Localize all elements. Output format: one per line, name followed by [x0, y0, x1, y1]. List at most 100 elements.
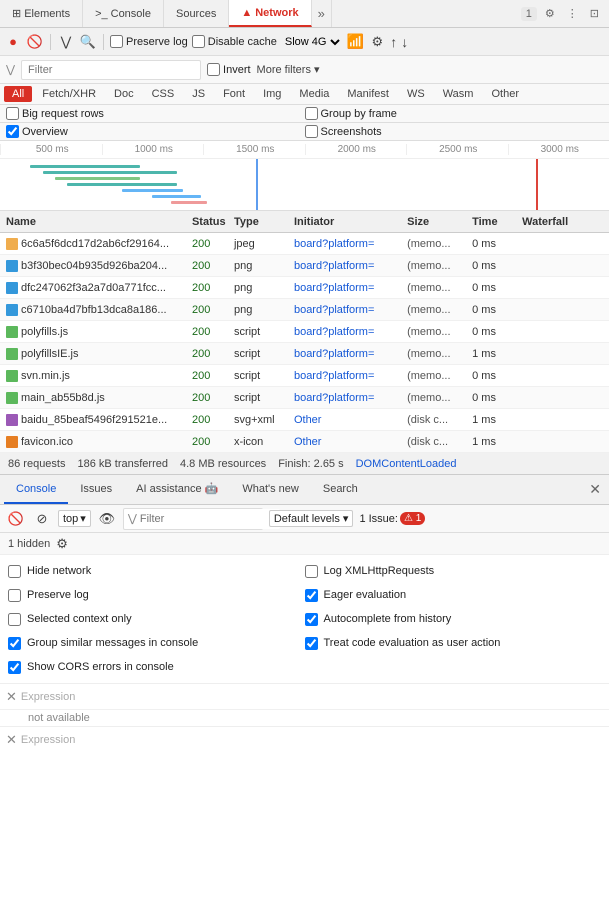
- td-size: (memo...: [403, 326, 468, 338]
- filter-input[interactable]: [21, 60, 201, 80]
- console-clear-button[interactable]: 🚫: [6, 509, 26, 529]
- table-row[interactable]: dfc247062f3a2a7d0a771fcc... 200 png boar…: [0, 277, 609, 299]
- expression-input-1[interactable]: [21, 691, 603, 703]
- clear-button[interactable]: 🚫: [26, 33, 44, 51]
- hidden-settings-icon[interactable]: ⚙: [56, 536, 68, 552]
- table-header: Name Status Type Initiator Size Time Wat…: [0, 211, 609, 233]
- expression-clear-2[interactable]: ✕: [6, 732, 17, 748]
- issue-label: 1 Issue:: [359, 513, 398, 525]
- bottom-tab-issues[interactable]: Issues: [68, 475, 124, 504]
- td-initiator: board?platform=: [290, 304, 403, 316]
- settings-icon[interactable]: ⚙: [541, 5, 559, 22]
- type-filter-all[interactable]: All: [4, 86, 32, 102]
- bottom-tab-ai-assistance---[interactable]: AI assistance 🤖: [124, 475, 230, 504]
- type-filter-fetch/xhr[interactable]: Fetch/XHR: [34, 86, 104, 102]
- type-filter-doc[interactable]: Doc: [106, 86, 142, 102]
- td-initiator: Other: [290, 436, 403, 448]
- hidden-count-label: 1 hidden: [8, 538, 50, 550]
- console-filter-input[interactable]: [140, 509, 280, 529]
- console-option-selected-context-only[interactable]: Selected context only: [8, 607, 305, 631]
- col-header-name[interactable]: Name: [2, 216, 188, 228]
- bottom-tab-what-s-new[interactable]: What's new: [230, 475, 311, 504]
- table-row[interactable]: svn.min.js 200 script board?platform= (m…: [0, 365, 609, 387]
- type-filter-manifest[interactable]: Manifest: [339, 86, 397, 102]
- file-type-icon: [6, 304, 18, 316]
- tab-console[interactable]: >_ Console: [83, 0, 164, 27]
- console-option-show-cors-errors-in-console[interactable]: Show CORS errors in console: [8, 655, 305, 679]
- bottom-tab-console[interactable]: Console: [4, 475, 68, 504]
- col-header-size[interactable]: Size: [403, 216, 468, 228]
- type-filter-font[interactable]: Font: [215, 86, 253, 102]
- tab-network[interactable]: ▲ Network: [229, 0, 311, 27]
- big-request-rows-checkbox[interactable]: Big request rows: [6, 107, 305, 120]
- table-row[interactable]: c6710ba4d7bfb13dca8a186... 200 png board…: [0, 299, 609, 321]
- type-filter-ws[interactable]: WS: [399, 86, 433, 102]
- execution-context-select[interactable]: top ▾: [58, 510, 91, 527]
- col-header-type[interactable]: Type: [230, 216, 290, 228]
- console-option-treat-code-evaluation-as-user-action[interactable]: Treat code evaluation as user action: [305, 631, 602, 655]
- preserve-log-checkbox[interactable]: Preserve log: [110, 35, 188, 48]
- disable-cache-checkbox[interactable]: Disable cache: [192, 35, 277, 48]
- more-filters-button[interactable]: More filters ▾: [257, 63, 320, 76]
- overview-checkbox[interactable]: Overview: [6, 125, 305, 138]
- more-options-icon[interactable]: ⋮: [563, 5, 582, 22]
- table-row[interactable]: b3f30bec04b935d926ba204... 200 png board…: [0, 255, 609, 277]
- col-header-status[interactable]: Status: [188, 216, 230, 228]
- bottom-tab-search[interactable]: Search: [311, 475, 370, 504]
- console-option-eager-evaluation[interactable]: Eager evaluation: [305, 583, 602, 607]
- dock-icon[interactable]: ⊡: [586, 5, 603, 22]
- td-time: 0 ms: [468, 304, 518, 316]
- default-levels-select[interactable]: Default levels ▾: [269, 510, 354, 527]
- table-row[interactable]: main_ab55b8d.js 200 script board?platfor…: [0, 387, 609, 409]
- table-row[interactable]: polyfills.js 200 script board?platform= …: [0, 321, 609, 343]
- table-row[interactable]: polyfillsIE.js 200 script board?platform…: [0, 343, 609, 365]
- type-filter-img[interactable]: Img: [255, 86, 289, 102]
- td-type: svg+xml: [230, 414, 290, 426]
- td-size: (memo...: [403, 238, 468, 250]
- table-row[interactable]: favicon.ico 200 x-icon Other (disk c... …: [0, 431, 609, 453]
- timeline-area[interactable]: 500 ms1000 ms1500 ms2000 ms2500 ms3000 m…: [0, 141, 609, 211]
- console-option-autocomplete-from-history[interactable]: Autocomplete from history: [305, 607, 602, 631]
- bottom-panel-close[interactable]: ✕: [585, 481, 605, 498]
- throttle-select[interactable]: Slow 4G: [281, 35, 343, 49]
- table-row[interactable]: baidu_85beaf5496f291521e... 200 svg+xml …: [0, 409, 609, 431]
- search-button[interactable]: 🔍: [79, 33, 97, 51]
- console-option-preserve-log[interactable]: Preserve log: [8, 583, 305, 607]
- col-header-initiator[interactable]: Initiator: [290, 216, 403, 228]
- expression-input-2[interactable]: [21, 734, 603, 746]
- console-option-hide-network[interactable]: Hide network: [8, 559, 305, 583]
- type-filter-css[interactable]: CSS: [144, 86, 183, 102]
- type-filter-js[interactable]: JS: [184, 86, 213, 102]
- type-filter-wasm[interactable]: Wasm: [435, 86, 482, 102]
- td-name: dfc247062f3a2a7d0a771fcc...: [2, 282, 188, 294]
- filter-toggle-button[interactable]: ⋁: [57, 33, 75, 51]
- console-option-group-similar-messages-in-console[interactable]: Group similar messages in console: [8, 631, 305, 655]
- screenshots-checkbox[interactable]: Screenshots: [305, 125, 604, 138]
- td-time: 0 ms: [468, 326, 518, 338]
- expression-clear-1[interactable]: ✕: [6, 689, 17, 705]
- record-button[interactable]: ●: [4, 33, 22, 51]
- settings-button[interactable]: ⚙: [368, 33, 386, 51]
- eye-button[interactable]: 👁: [97, 509, 117, 529]
- download-button[interactable]: ↓: [401, 34, 408, 50]
- type-filter-bar: AllFetch/XHRDocCSSJSFontImgMediaManifest…: [0, 84, 609, 105]
- console-ban-button[interactable]: ⊘: [32, 509, 52, 529]
- transferred-size: 186 kB transferred: [77, 458, 168, 470]
- console-option-log-xmlhttprequests[interactable]: Log XMLHttpRequests: [305, 559, 602, 583]
- col-header-time[interactable]: Time: [468, 216, 518, 228]
- invert-checkbox[interactable]: Invert: [207, 63, 251, 76]
- group-by-frame-checkbox[interactable]: Group by frame: [305, 107, 604, 120]
- table-row[interactable]: 6c6a5f6dcd17d2ab6cf29164... 200 jpeg boa…: [0, 233, 609, 255]
- chevron-down-icon: ▾: [80, 512, 86, 525]
- upload-button[interactable]: ↑: [390, 34, 397, 50]
- td-initiator: board?platform=: [290, 282, 403, 294]
- tab-sources[interactable]: Sources: [164, 0, 229, 27]
- td-size: (disk c...: [403, 436, 468, 448]
- timeline-chart[interactable]: [0, 159, 609, 211]
- type-filter-media[interactable]: Media: [291, 86, 337, 102]
- file-type-icon: [6, 348, 18, 360]
- tab-more[interactable]: »: [312, 0, 332, 27]
- col-header-waterfall[interactable]: Waterfall: [518, 216, 607, 228]
- type-filter-other[interactable]: Other: [483, 86, 527, 102]
- tab-elements[interactable]: ⊞ Elements: [0, 0, 83, 27]
